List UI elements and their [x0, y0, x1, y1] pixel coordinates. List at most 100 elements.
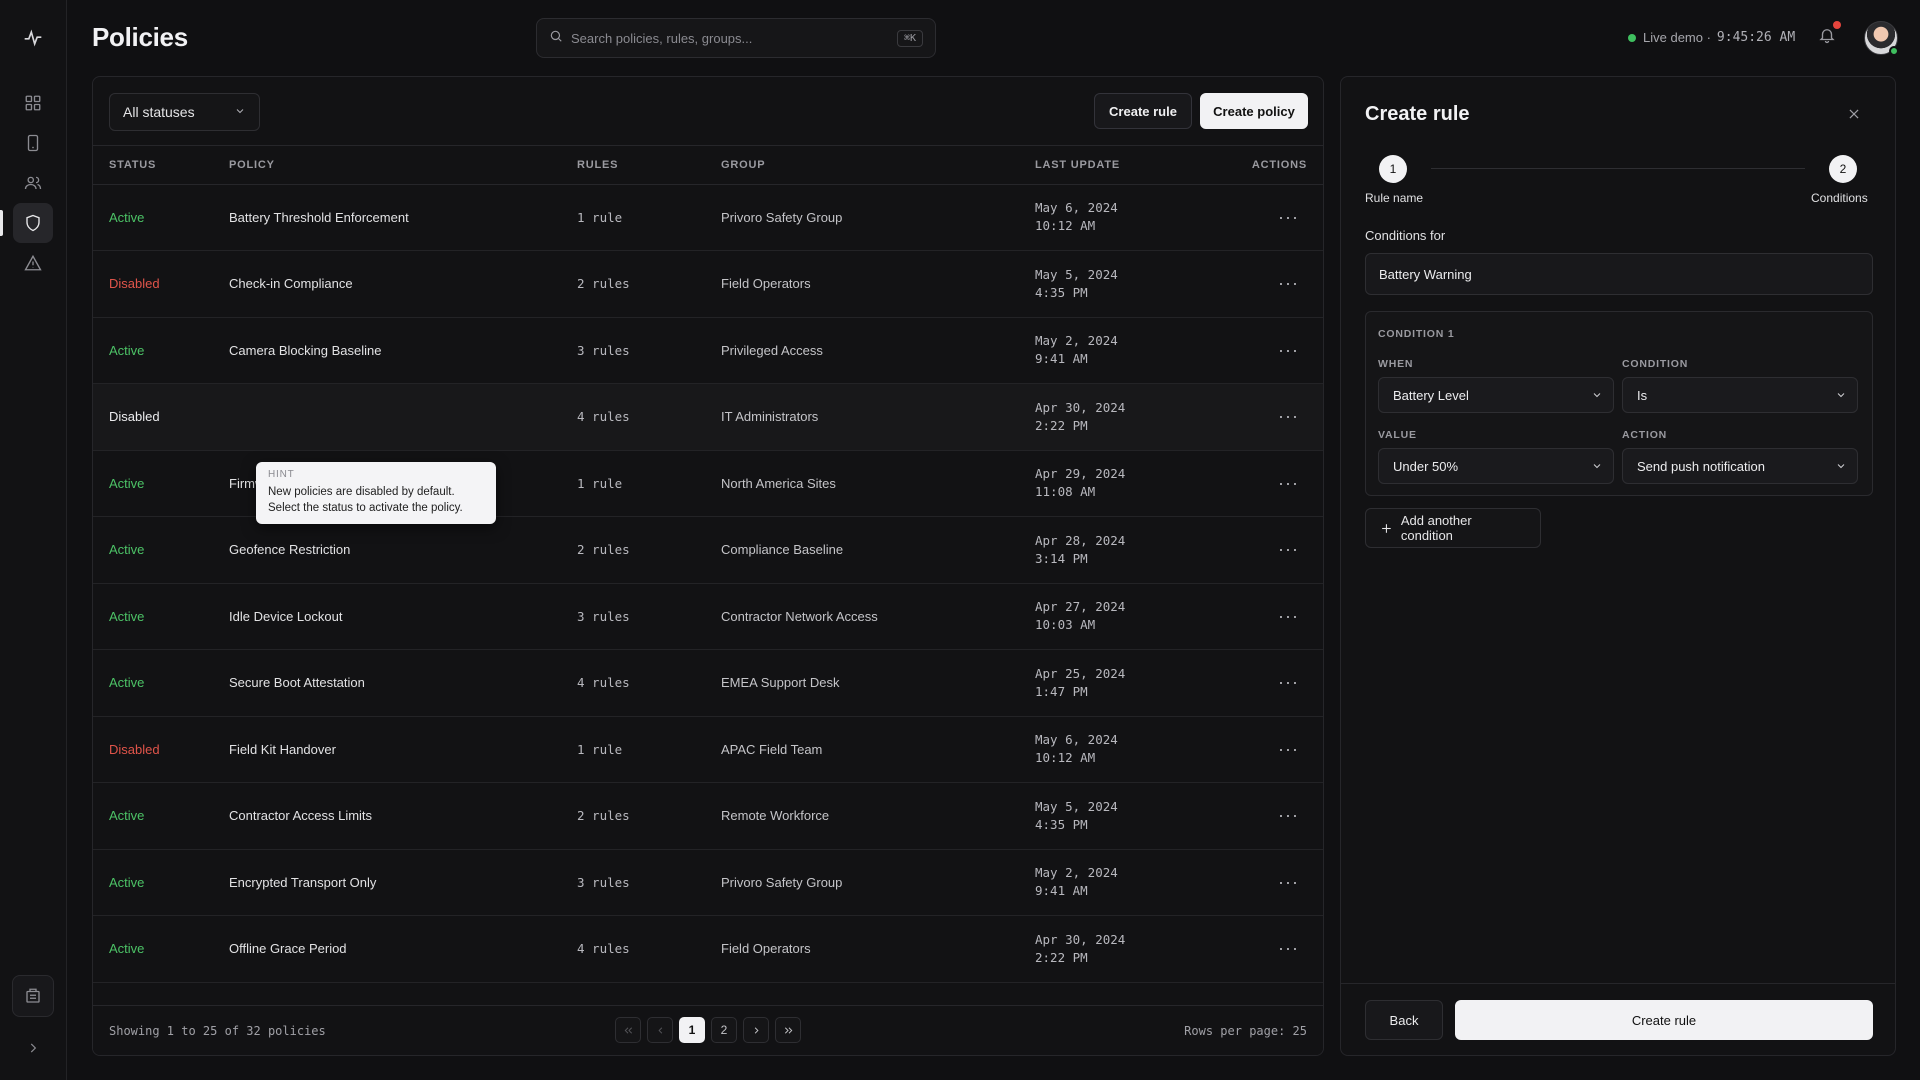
table-row[interactable]: Active Offline Grace Period 4 rules Field O…: [93, 915, 1323, 983]
status-label[interactable]: Active: [109, 476, 144, 491]
group-name: Privoro Safety Group: [721, 209, 843, 225]
back-button[interactable]: Back: [1365, 1000, 1443, 1040]
step-1-indicator[interactable]: 1: [1379, 155, 1407, 183]
last-update-time: 4:35 PM: [1035, 284, 1088, 300]
table-row[interactable]: Active Encrypted Transport Only 3 rules Pri…: [93, 849, 1323, 916]
sidebar: [0, 0, 67, 1080]
value-select[interactable]: Under 50%: [1378, 448, 1614, 484]
condition-select[interactable]: Is: [1622, 377, 1858, 413]
avatar[interactable]: [1864, 21, 1899, 56]
condition-title: CONDITION 1: [1378, 328, 1455, 340]
table-row[interactable]: Disabled Field Kit Handover 1 rule APAC Fie…: [93, 716, 1323, 783]
policy-name[interactable]: Check-in Compliance: [229, 276, 353, 291]
column-header-last-update[interactable]: Last update: [1035, 146, 1231, 185]
last-page-button[interactable]: [775, 1017, 801, 1043]
search-bar[interactable]: ⌘K: [536, 18, 936, 58]
when-select[interactable]: Battery Level: [1378, 377, 1614, 413]
first-page-button[interactable]: [615, 1017, 641, 1043]
status-label[interactable]: Active: [109, 808, 144, 823]
users-icon[interactable]: [13, 163, 53, 203]
more-actions-icon[interactable]: ···: [1278, 207, 1299, 227]
policy-name[interactable]: Idle Device Lockout: [229, 609, 342, 624]
shield-icon[interactable]: [13, 203, 53, 243]
last-update-time: 1:47 PM: [1035, 683, 1088, 699]
table-row[interactable]: Active Idle Device Lockout 3 rules Contract…: [93, 583, 1323, 650]
policy-name[interactable]: Secure Boot Attestation: [229, 675, 365, 690]
table-row[interactable]: Active Contractor Access Limits 2 rules Rem…: [93, 782, 1323, 850]
policy-name[interactable]: Geofence Restriction: [229, 542, 350, 557]
group-name: APAC Field Team: [721, 741, 823, 757]
group-name: Privoro Safety Group: [721, 874, 843, 890]
policy-name[interactable]: Contractor Access Limits: [229, 808, 372, 823]
more-actions-icon[interactable]: ···: [1278, 672, 1299, 692]
last-update-date: May 2, 2024: [1035, 333, 1118, 349]
status-label[interactable]: Active: [109, 675, 144, 690]
status-label[interactable]: Disabled: [109, 276, 160, 291]
chevron-down-icon: [234, 104, 246, 120]
table-row[interactable]: Active Camera Blocking Baseline 3 rules Pri…: [93, 317, 1323, 384]
create-rule-submit-button[interactable]: Create rule: [1455, 1000, 1873, 1040]
policy-name[interactable]: Camera Blocking Baseline: [229, 343, 381, 358]
live-label: Live demo ·: [1643, 30, 1711, 45]
create-policy-button[interactable]: Create policy: [1200, 93, 1308, 129]
table-row[interactable]: Active Battery Threshold Enforcement 1 rul…: [93, 184, 1323, 251]
status-filter-select[interactable]: All statuses: [109, 93, 260, 131]
table-row[interactable]: Active Geofence Restriction 2 rules Complia…: [93, 516, 1323, 584]
status-label[interactable]: Active: [109, 609, 144, 624]
step-2-indicator[interactable]: 2: [1829, 155, 1857, 183]
action-select[interactable]: Send push notification: [1622, 448, 1858, 484]
device-icon[interactable]: [13, 123, 53, 163]
more-actions-icon[interactable]: ···: [1278, 539, 1299, 559]
alert-triangle-icon[interactable]: [13, 243, 53, 283]
next-page-button[interactable]: [743, 1017, 769, 1043]
status-label[interactable]: Active: [109, 875, 144, 890]
table-row[interactable]: Disabled Check-in Compliance 2 rules Field …: [93, 250, 1323, 318]
building-icon[interactable]: [12, 975, 54, 1017]
bell-icon[interactable]: [1818, 21, 1841, 49]
search-input[interactable]: [571, 30, 897, 46]
policy-name[interactable]: Field Kit Handover: [229, 742, 336, 757]
policy-name[interactable]: Battery Threshold Enforcement: [229, 210, 409, 225]
dashboard-grid-icon[interactable]: [13, 83, 53, 123]
add-condition-button[interactable]: Add another condition: [1365, 508, 1541, 548]
status-label[interactable]: Active: [109, 343, 144, 358]
more-actions-icon[interactable]: ···: [1278, 938, 1299, 958]
column-header-rules[interactable]: Rules: [577, 146, 721, 185]
column-header-group[interactable]: Group: [721, 146, 1035, 185]
more-actions-icon[interactable]: ···: [1278, 273, 1299, 293]
status-label[interactable]: Active: [109, 941, 144, 956]
status-label[interactable]: Disabled: [109, 742, 160, 757]
column-header-policy[interactable]: Policy: [229, 146, 577, 185]
more-actions-icon[interactable]: ···: [1278, 606, 1299, 626]
create-rule-button[interactable]: Create rule: [1094, 93, 1192, 129]
more-actions-icon[interactable]: ···: [1278, 473, 1299, 493]
group-name: Remote Workforce: [721, 808, 830, 824]
close-icon[interactable]: [1847, 107, 1861, 126]
stepper-line: [1431, 168, 1805, 169]
policy-name[interactable]: Offline Grace Period: [229, 941, 347, 956]
more-actions-icon[interactable]: ···: [1278, 805, 1299, 825]
search-icon: [549, 29, 563, 48]
column-header-status[interactable]: Status: [93, 146, 229, 185]
last-update-time: 9:41 AM: [1035, 351, 1088, 367]
status-label[interactable]: Disabled: [109, 409, 160, 424]
more-actions-icon[interactable]: ···: [1278, 739, 1299, 759]
more-actions-icon[interactable]: ···: [1278, 340, 1299, 360]
rows-per-page[interactable]: Rows per page: 25: [1184, 1024, 1307, 1038]
hint-tooltip: HINT New policies are disabled by defaul…: [256, 462, 496, 524]
chevron-right-icon[interactable]: [13, 1028, 53, 1068]
table-row[interactable]: Disabled 4 rules IT Administrators Apr 30, …: [93, 383, 1323, 451]
prev-page-button[interactable]: [647, 1017, 673, 1043]
policy-name[interactable]: Encrypted Transport Only: [229, 875, 376, 890]
table-row[interactable]: Active Secure Boot Attestation 4 rules EMEA…: [93, 649, 1323, 717]
status-label[interactable]: Active: [109, 210, 144, 225]
create-rule-panel: Create rule 1 Rule name 2 Conditions Con…: [1340, 76, 1896, 1056]
more-actions-icon[interactable]: ···: [1278, 406, 1299, 426]
last-update-date: Apr 28, 2024: [1035, 532, 1126, 548]
status-label[interactable]: Active: [109, 542, 144, 557]
rule-name-field[interactable]: [1365, 253, 1873, 295]
page-button-1[interactable]: 1: [679, 1017, 705, 1043]
more-actions-icon[interactable]: ···: [1278, 872, 1299, 892]
page-button-2[interactable]: 2: [711, 1017, 737, 1043]
activity-logo-icon[interactable]: [13, 18, 53, 58]
